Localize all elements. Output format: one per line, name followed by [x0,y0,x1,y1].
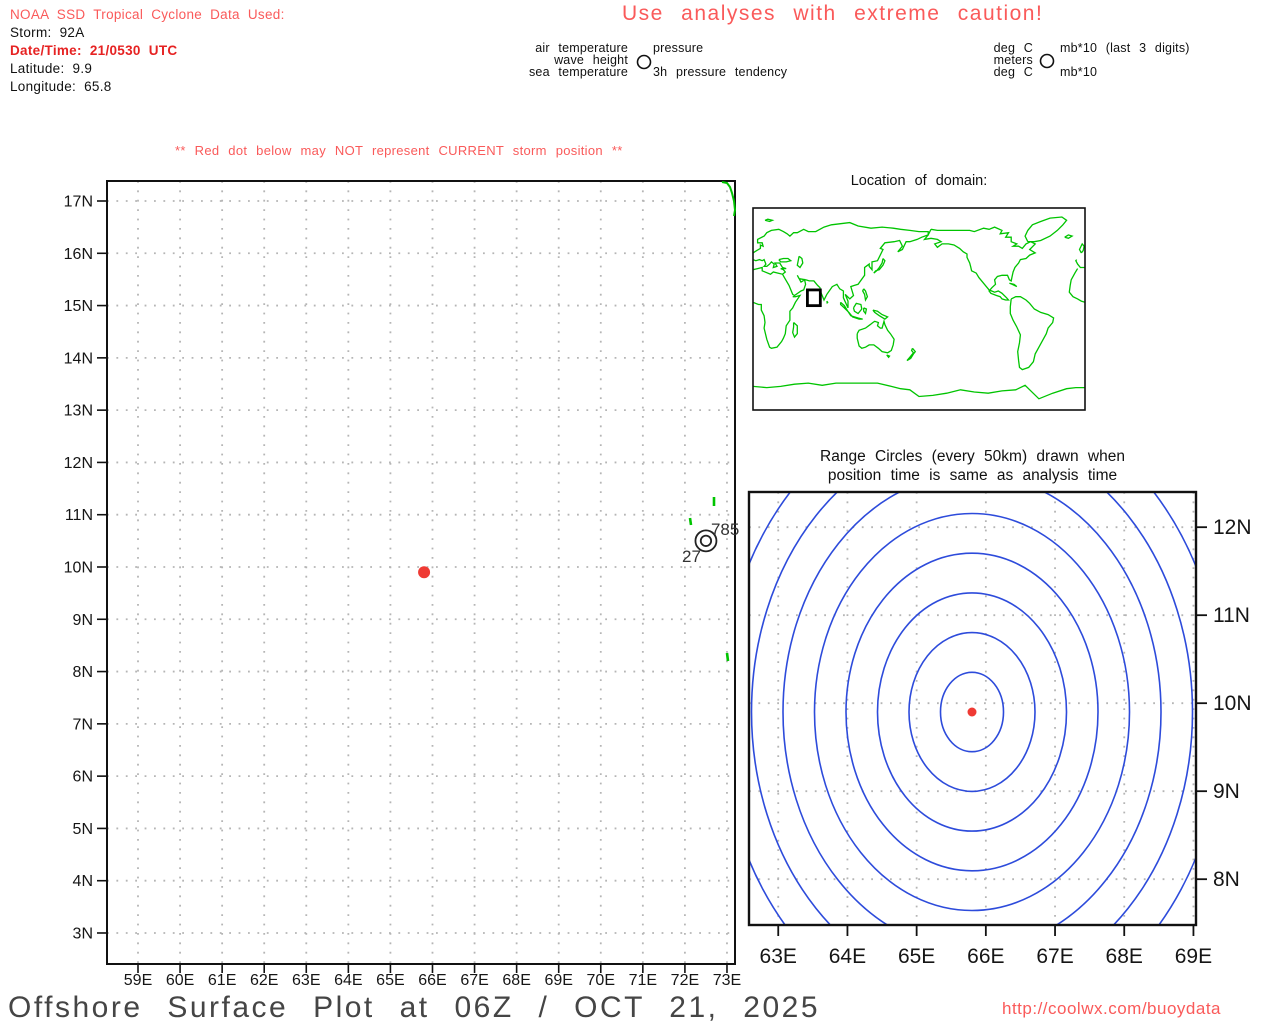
svg-text:9N: 9N [73,612,93,629]
main-surface-plot: 59E 60E 61E 62E 63E 64E 65E 66E 67E 68E 69E 70E 71E 7… [64,180,741,989]
svg-text:67E: 67E [460,972,488,989]
svg-text:73E: 73E [713,972,741,989]
svg-text:27: 27 [682,547,701,566]
svg-text:6N: 6N [73,769,93,786]
svg-text:63E: 63E [760,945,797,968]
svg-text:62E: 62E [250,972,278,989]
svg-text:65E: 65E [376,972,404,989]
range-circles [749,492,1196,925]
svg-text:10N: 10N [1213,692,1252,715]
svg-text:69E: 69E [1175,945,1212,968]
footer-url[interactable]: http://coolwx.com/buoydata [1002,999,1221,1019]
page-root: NOAA SSD Tropical Cyclone Data Used: Sto… [0,0,1280,1024]
svg-text:61E: 61E [208,972,236,989]
svg-text:64E: 64E [334,972,362,989]
svg-text:8N: 8N [73,664,93,681]
svg-text:72E: 72E [671,972,699,989]
domain-box [806,288,822,308]
svg-text:68E: 68E [1106,945,1143,968]
svg-text:65E: 65E [898,945,935,968]
range-center-dot [967,707,977,717]
svg-text:7N: 7N [73,716,93,733]
svg-text:785: 785 [711,520,739,539]
svg-text:60E: 60E [166,972,194,989]
svg-text:63E: 63E [292,972,320,989]
svg-text:67E: 67E [1036,945,1073,968]
svg-text:17N: 17N [64,194,93,211]
svg-text:66E: 66E [418,972,446,989]
world-inset-map [752,207,1086,411]
storm-position-dot [418,566,431,579]
svg-text:3N: 3N [73,925,93,942]
range-circles-plot: 63E 64E 65E 66E 67E 68E 69E 12N 11N 10N 9N 8N [747,490,1252,968]
buoy-station-plot: 27 785 [682,520,739,566]
svg-text:16N: 16N [64,246,93,263]
svg-text:12N: 12N [1213,516,1252,539]
svg-text:10N: 10N [64,559,93,576]
svg-text:12N: 12N [64,455,93,472]
svg-text:13N: 13N [64,403,93,420]
svg-text:11N: 11N [1213,604,1250,627]
svg-text:14N: 14N [64,350,93,367]
svg-text:64E: 64E [829,945,866,968]
plots-canvas: 59E 60E 61E 62E 63E 64E 65E 66E 67E 68E 69E 70E 71E 7… [64,180,1252,989]
svg-text:68E: 68E [502,972,530,989]
svg-text:4N: 4N [73,873,93,890]
svg-text:59E: 59E [124,972,152,989]
svg-text:5N: 5N [73,821,93,838]
svg-text:71E: 71E [629,972,657,989]
svg-text:69E: 69E [544,972,572,989]
svg-text:9N: 9N [1213,780,1240,803]
world-coastlines [753,216,1085,400]
footer-title: Offshore Surface Plot at 06Z / OCT 21, 2… [8,991,821,1024]
svg-text:70E: 70E [587,972,615,989]
svg-text:15N: 15N [64,298,93,315]
svg-text:11N: 11N [65,507,93,524]
svg-text:66E: 66E [967,945,1004,968]
svg-text:8N: 8N [1213,868,1240,891]
